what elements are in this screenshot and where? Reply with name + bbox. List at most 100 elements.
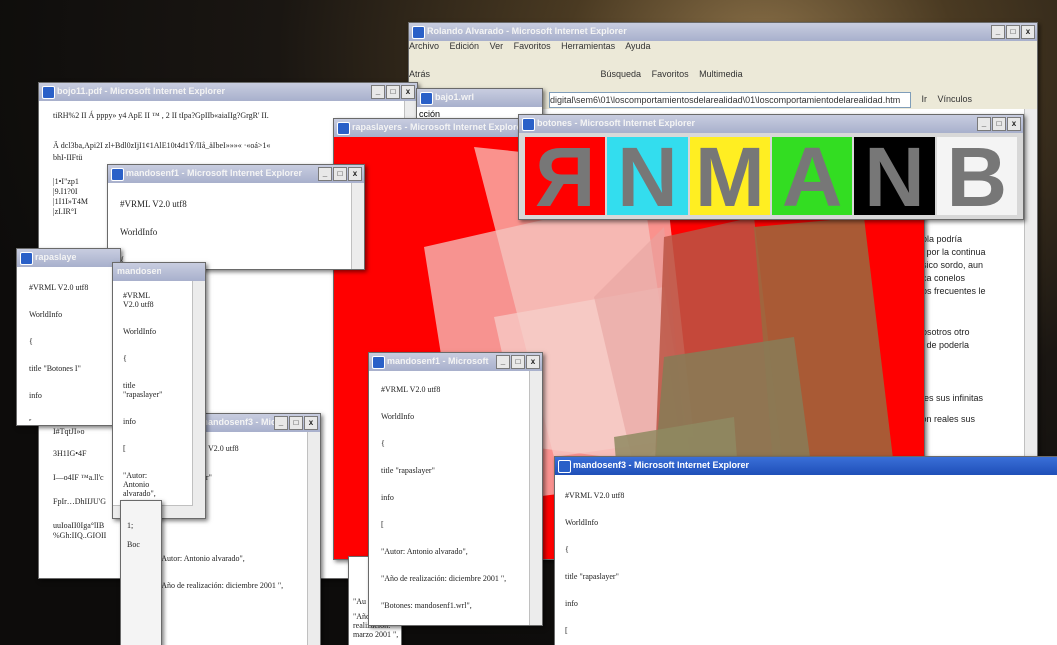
mandosenf4-window[interactable]: 1; Boc <box>120 500 162 645</box>
code-line: title "rapaslayer" <box>381 466 435 475</box>
code-line: { <box>123 354 127 363</box>
vertical-scrollbar[interactable] <box>307 432 320 645</box>
minimize-button[interactable]: _ <box>991 25 1005 39</box>
code-line: WorldInfo <box>29 310 63 319</box>
tile-glyph: A <box>781 137 843 215</box>
code-line: info <box>381 493 394 502</box>
text-line: el de poderla <box>917 340 970 350</box>
menu-archivo[interactable]: Archivo <box>409 41 439 51</box>
go-button[interactable]: Ir <box>922 94 928 104</box>
titlebar[interactable]: bojo11.pdf - Microsoft Internet Explorer… <box>39 83 417 101</box>
vrml-source: #VRML V2.0 utf8 WorldInfo { title "rapas… <box>565 491 1051 645</box>
window-title: mandosenf3 - Microsoft <box>200 417 276 427</box>
close-button[interactable]: x <box>401 85 415 99</box>
menu-ayuda[interactable]: Ayuda <box>625 41 650 51</box>
tile-button[interactable]: N <box>854 137 935 215</box>
titlebar[interactable]: botones - Microsoft Internet Explorer _ □… <box>519 115 1023 133</box>
code-line: WorldInfo <box>381 412 415 421</box>
ie-icon <box>420 92 433 105</box>
tile-glyph: N <box>864 137 925 215</box>
code-line: "Autor: Antonio alvarado", <box>158 554 245 563</box>
window-title: bojo11.pdf - Microsoft Internet Explorer <box>57 86 226 96</box>
ie-icon <box>42 86 55 99</box>
vertical-scrollbar[interactable] <box>529 371 542 625</box>
media-button[interactable]: Multimedia <box>699 69 743 79</box>
menu-ver[interactable]: Ver <box>490 41 504 51</box>
close-button[interactable]: x <box>348 167 362 181</box>
titlebar[interactable]: rapaslayer <box>17 249 120 267</box>
minimize-button[interactable]: _ <box>496 355 510 369</box>
desktop: Rolando Alvarado - Microsoft Internet Ex… <box>0 0 1057 645</box>
titlebar[interactable]: bajo1.wrl <box>417 89 542 107</box>
vrml-source: 1; Boc <box>127 521 159 645</box>
tile-button[interactable]: R <box>525 137 606 215</box>
window-title: bajo1.wrl <box>435 92 475 102</box>
maximize-button[interactable]: □ <box>1006 25 1020 39</box>
rapaslayer-window[interactable]: rapaslayer #VRML V2.0 utf8 WorldInfo { t… <box>16 248 121 426</box>
maximize-button[interactable]: □ <box>333 167 347 181</box>
ie-icon <box>522 118 535 131</box>
minimize-button[interactable]: _ <box>274 416 288 430</box>
titlebar[interactable]: mandosenf2 <box>113 263 205 281</box>
minimize-button[interactable]: _ <box>371 85 385 99</box>
close-button[interactable]: x <box>526 355 540 369</box>
minimize-button[interactable]: _ <box>318 167 332 181</box>
favorites-button[interactable]: Favoritos <box>652 69 689 79</box>
code-line: info <box>29 391 42 400</box>
text-line: nosotros otro <box>917 327 970 337</box>
text-line: rica conelos <box>917 273 966 283</box>
code-line: [ <box>123 444 126 453</box>
titlebar[interactable]: Rolando Alvarado - Microsoft Internet Ex… <box>409 23 1037 41</box>
titlebar[interactable]: mandosenf1 - Microsoft _ □ x <box>369 353 542 371</box>
tile-glyph: B <box>946 137 1008 215</box>
code-line: #VRML V2.0 utf8 <box>120 199 187 209</box>
page-text-column: nola podría lo por la continua úsico sor… <box>917 233 1027 426</box>
menu-favoritos[interactable]: Favoritos <box>514 41 551 51</box>
tile-glyph: M <box>694 137 765 215</box>
code-line: Boc <box>127 540 140 549</box>
titlebar[interactable]: mandosenf3 - Microsoft Internet Explorer <box>555 457 1057 475</box>
code-line: "Año de realización: diciembre 2001 ", <box>158 581 284 590</box>
search-button[interactable]: Búsqueda <box>601 69 642 79</box>
mandosenf3-active-window[interactable]: mandosenf3 - Microsoft Internet Explorer… <box>554 456 1057 645</box>
tile-button[interactable]: B <box>936 137 1017 215</box>
address-input[interactable]: digital\sem6\01\loscomportamientosdelare… <box>549 91 911 108</box>
mandosenf1-middle-window[interactable]: mandosenf1 - Microsoft _ □ x #VRML V2.0 ut… <box>368 352 543 626</box>
close-button[interactable]: x <box>1021 25 1035 39</box>
minimize-button[interactable]: _ <box>977 117 991 131</box>
text-line: nola podría <box>917 234 963 244</box>
titlebar[interactable]: mandosenf1 - Microsoft Internet Explorer… <box>108 165 364 183</box>
window-title: botones - Microsoft Internet Explorer <box>537 118 696 128</box>
menu-herramientas[interactable]: Herramientas <box>561 41 615 51</box>
menu-edicion[interactable]: Edición <box>450 41 480 51</box>
text-line: nos frecuentes le <box>917 286 986 296</box>
botones-window[interactable]: botones - Microsoft Internet Explorer _ □… <box>518 114 1024 220</box>
maximize-button[interactable]: □ <box>511 355 525 369</box>
mandosenf2-window[interactable]: mandosenf2 #VRML V2.0 utf8 WorldInfo { t… <box>112 262 206 519</box>
close-button[interactable]: x <box>304 416 318 430</box>
code-line: "Autor: Antonio alvarado", <box>123 471 156 498</box>
tile-button[interactable]: M <box>689 137 770 215</box>
text-line: son reales sus <box>917 414 976 424</box>
tile-button[interactable]: A <box>771 137 853 215</box>
code-line: [ <box>565 626 568 635</box>
ie-icon <box>20 252 33 265</box>
code-line: WorldInfo <box>123 327 157 336</box>
code-line: "Autor: Antonio alvarado", <box>381 547 468 556</box>
maximize-button[interactable]: □ <box>992 117 1006 131</box>
vertical-scrollbar[interactable] <box>192 281 205 518</box>
code-line: #VRML V2.0 utf8 <box>381 385 441 394</box>
text-line: úsico sordo, aun <box>917 260 984 270</box>
maximize-button[interactable]: □ <box>289 416 303 430</box>
vertical-scrollbar[interactable] <box>1024 109 1037 478</box>
vertical-scrollbar[interactable] <box>351 183 364 269</box>
code-line: [ <box>29 418 106 421</box>
close-button[interactable]: x <box>1007 117 1021 131</box>
code-line: { <box>29 337 33 346</box>
tile-button[interactable]: N <box>607 137 688 215</box>
maximize-button[interactable]: □ <box>386 85 400 99</box>
links-label[interactable]: Vínculos <box>938 94 973 104</box>
back-button[interactable]: Atrás <box>409 69 430 79</box>
mandosenf1-window[interactable]: mandosenf1 - Microsoft Internet Explorer… <box>107 164 365 270</box>
code-line: WorldInfo <box>120 227 158 237</box>
